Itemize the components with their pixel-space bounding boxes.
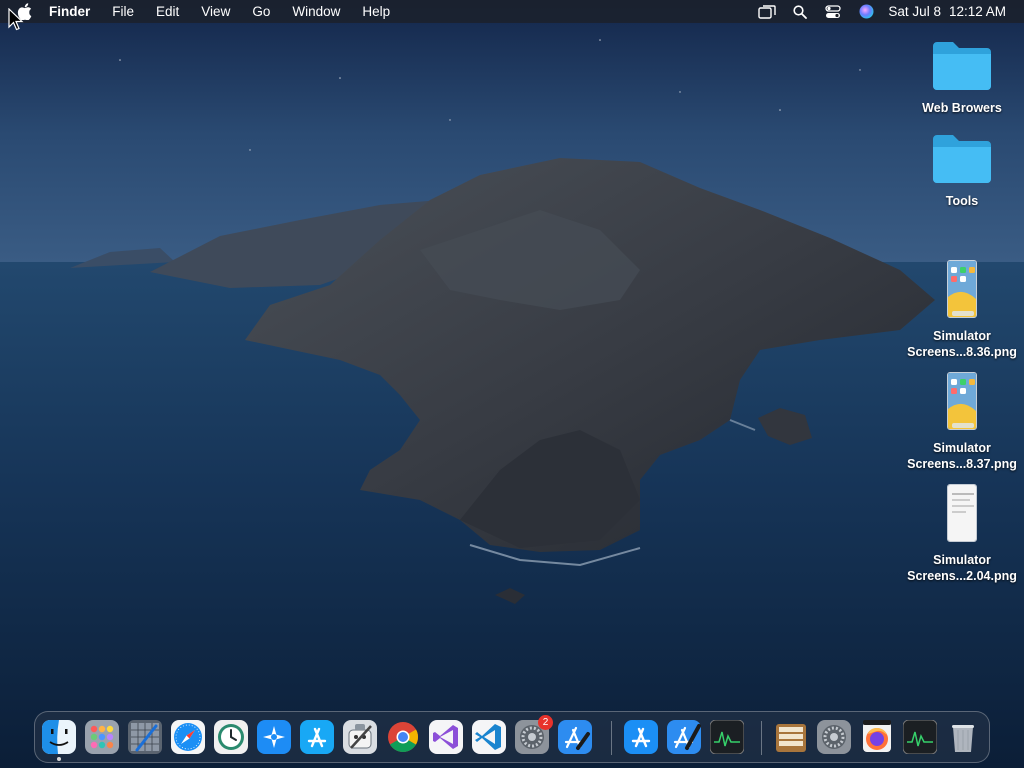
desktop-item-label-line1: Simulator [933,329,991,343]
dock-xcode-instruments[interactable] [127,719,163,755]
trash-icon [952,725,974,752]
visual-studio-icon [429,720,463,754]
dock: 2 [34,711,990,763]
dock-activity-monitor-2[interactable] [902,719,938,755]
app-store-icon [624,720,658,754]
dock-launchpad[interactable] [84,719,120,755]
desktop-item-label-line2: Screens...8.37.png [907,457,1017,471]
folder-icon [933,135,991,183]
notification-badge: 2 [538,715,553,730]
siri-icon[interactable] [854,0,878,23]
desktop-file-screenshot-2[interactable]: Simulator Screens...8.37.png [900,372,1024,472]
menu-go[interactable]: Go [241,0,281,23]
dock-firefox[interactable] [859,719,895,755]
clock-time: 12:12 AM [948,4,1006,19]
activity-monitor-icon-2 [903,720,937,754]
desktop-item-label-line1: Simulator [933,441,991,455]
dock-system-preferences-2[interactable] [816,719,852,755]
mouse-cursor-icon [8,8,24,31]
system-preferences-icon-2 [817,720,851,754]
desktop-item-label-line1: Simulator [933,553,991,567]
firefox-icon [863,720,891,752]
screen-mirroring-icon[interactable] [755,0,779,23]
finder-icon [42,720,76,754]
png-thumbnail-icon [947,260,977,318]
app-store-connect-icon [300,720,334,754]
menu-edit[interactable]: Edit [145,0,190,23]
dock-separator [761,721,762,755]
dock-visual-studio[interactable] [428,719,464,755]
desktop-folder-web-browers[interactable]: Web Browers [900,38,1024,116]
time-machine-icon [214,720,248,754]
dock-chrome[interactable] [385,719,421,755]
desktop-wallpaper [0,0,1024,768]
automator-icon [343,720,377,754]
dock-testflight[interactable] [256,719,292,755]
dock-app-store[interactable] [623,719,659,755]
png-thumbnail-icon [947,484,977,542]
dock-system-preferences[interactable]: 2 [514,715,553,755]
desktop-item-label-line2: Screens...8.36.png [907,345,1017,359]
dock-vs-code[interactable] [471,719,507,755]
dock-xcode[interactable] [557,719,593,755]
xcode-instruments-icon [128,720,162,754]
menu-file[interactable]: File [101,0,145,23]
running-indicator [57,757,61,761]
safari-icon [171,720,205,754]
menu-view[interactable]: View [190,0,241,23]
control-center-icon[interactable] [821,0,845,23]
dock-time-machine[interactable] [213,719,249,755]
desktop-item-label-line2: Screens...2.04.png [907,569,1017,583]
desktop-folder-tools[interactable]: Tools [900,131,1024,209]
activity-monitor-icon [710,720,744,754]
menu-bar: Finder File Edit View Go Window Help Sat… [0,0,1024,23]
spotlight-search-icon[interactable] [788,0,812,23]
vs-code-icon [472,720,506,754]
xcode-icon [558,720,592,754]
menu-app-finder[interactable]: Finder [38,0,101,23]
dock-archive-utility[interactable] [773,719,809,755]
launchpad-icon [85,720,119,754]
archive-utility-icon [776,724,806,752]
dock-safari[interactable] [170,719,206,755]
dock-automator[interactable] [342,719,378,755]
clock-date: Sat Jul 8 [888,4,941,19]
desktop-item-label: Web Browers [922,101,1002,115]
menubar-clock[interactable]: Sat Jul 8 12:12 AM [888,4,1006,19]
dock-activity-monitor[interactable] [709,719,745,755]
xcode-icon-2 [667,720,701,754]
desktop-item-label: Tools [945,194,979,208]
desktop-file-screenshot-1[interactable]: Simulator Screens...8.36.png [900,260,1024,360]
dock-trash[interactable] [945,719,981,755]
dock-separator [611,721,612,755]
png-thumbnail-icon [947,372,977,430]
menu-help[interactable]: Help [351,0,401,23]
dock-xcode-2[interactable] [666,719,702,755]
folder-icon [933,42,991,90]
dock-app-store-connect[interactable] [299,719,335,755]
dock-finder[interactable] [41,719,77,761]
desktop-file-screenshot-3[interactable]: Simulator Screens...2.04.png [900,484,1024,584]
testflight-icon [257,720,291,754]
menu-window[interactable]: Window [281,0,351,23]
chrome-icon [388,722,419,753]
